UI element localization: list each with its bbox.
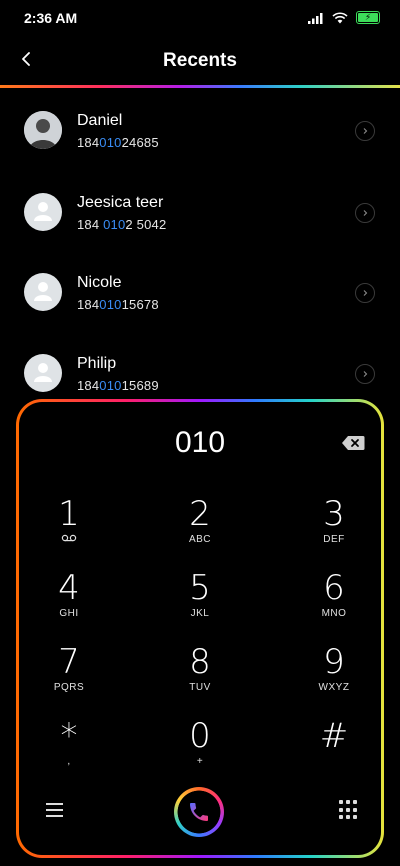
wifi-icon xyxy=(332,11,348,23)
dial-input[interactable]: 010 xyxy=(19,426,381,460)
contact-details-button[interactable] xyxy=(355,283,375,303)
contact-name: Philip xyxy=(77,355,117,372)
person-icon xyxy=(34,202,52,221)
avatar xyxy=(24,193,62,231)
key-5[interactable]: 5 JKL xyxy=(155,570,245,640)
contact-number: 18401015678 xyxy=(77,297,159,312)
header: Recents xyxy=(0,36,400,84)
keypad-icon xyxy=(339,800,343,804)
key-7[interactable]: 7 PQRS xyxy=(24,644,114,714)
contact-details-button[interactable] xyxy=(355,203,375,223)
key-9[interactable]: 9 WXYZ xyxy=(289,644,379,714)
contact-name: Jeesica teer xyxy=(77,194,164,211)
list-item[interactable]: Nicole 18401015678 xyxy=(0,254,400,334)
key-4[interactable]: 4 GHI xyxy=(24,570,114,640)
key-6[interactable]: 6 MNO xyxy=(289,570,379,640)
key-3[interactable]: 3 DEF xyxy=(289,496,379,566)
contact-name: Nicole xyxy=(77,274,122,291)
page-title: Recents xyxy=(163,50,237,71)
contact-photo-icon xyxy=(24,111,62,149)
chevron-right-icon xyxy=(363,128,368,134)
avatar xyxy=(24,354,62,392)
avatar xyxy=(24,273,62,311)
status-time: 2:36 AM xyxy=(24,10,78,26)
phone-icon xyxy=(190,803,208,821)
key-2[interactable]: 2 ABC xyxy=(155,496,245,566)
chevron-right-icon xyxy=(363,210,368,216)
key-1[interactable]: 1 xyxy=(24,496,114,566)
status-icons: ⚡ xyxy=(308,11,380,24)
menu-icon xyxy=(46,803,63,817)
battery-icon: ⚡ xyxy=(356,11,380,24)
contact-details-button[interactable] xyxy=(355,364,375,384)
contact-number: 184 0102 5042 xyxy=(77,217,167,232)
contact-details-button[interactable] xyxy=(355,121,375,141)
backspace-button[interactable] xyxy=(341,435,365,451)
chevron-right-icon xyxy=(363,290,368,296)
call-button[interactable] xyxy=(174,787,224,837)
status-bar: 2:36 AM ⚡ xyxy=(0,0,400,36)
person-icon xyxy=(34,363,52,382)
avatar xyxy=(24,111,62,149)
chevron-right-icon xyxy=(363,371,368,377)
contact-name: Daniel xyxy=(77,112,123,129)
signal-icon xyxy=(308,12,323,24)
backspace-icon xyxy=(342,436,365,450)
voicemail-icon xyxy=(24,534,114,545)
dialer-bottom-bar xyxy=(19,774,381,854)
list-item[interactable]: Daniel 18401024685 xyxy=(0,90,400,170)
person-icon xyxy=(34,282,52,301)
contact-number: 18401024685 xyxy=(77,135,159,150)
list-item[interactable]: Jeesica teer 184 0102 5042 xyxy=(0,172,400,252)
accent-divider xyxy=(0,85,400,88)
key-8[interactable]: 8 TUV xyxy=(155,644,245,714)
contact-number: 18401015689 xyxy=(77,378,159,393)
menu-button[interactable] xyxy=(45,802,65,818)
keypad-toggle-button[interactable] xyxy=(339,800,359,820)
dialpad: 010 1 2 ABC 3 DEF 4 GHI 5 JKL 6 MNO 7 PQ… xyxy=(16,399,384,858)
